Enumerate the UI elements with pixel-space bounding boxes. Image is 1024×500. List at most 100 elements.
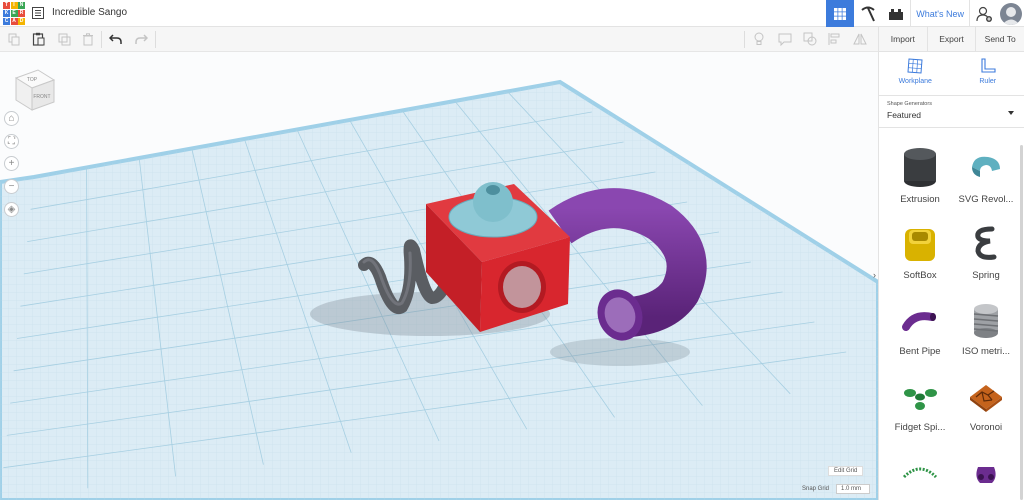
shape-label: SoftBox bbox=[903, 270, 937, 281]
duplicate-button[interactable] bbox=[56, 31, 72, 47]
snap-grid-label: Snap Grid bbox=[802, 486, 830, 492]
workplane-label: Workplane bbox=[898, 78, 932, 85]
add-user-button[interactable] bbox=[970, 0, 998, 27]
shape-text-arc[interactable] bbox=[885, 449, 955, 500]
align-button[interactable] bbox=[827, 31, 843, 47]
shape-generators-value: Featured bbox=[887, 110, 922, 120]
tinkercad-logo[interactable]: TIN KER CAD bbox=[3, 2, 25, 25]
snap-grid-select[interactable]: 1.0 mm bbox=[836, 484, 870, 494]
3d-view-button[interactable] bbox=[826, 0, 855, 27]
notes-button[interactable] bbox=[751, 31, 767, 47]
user-avatar[interactable] bbox=[1000, 2, 1022, 25]
shape-generators-caption: Shape Generators bbox=[887, 101, 932, 107]
blocks-view-button[interactable] bbox=[854, 0, 882, 27]
home-icon: ⌂ bbox=[8, 112, 15, 124]
workplane-scene[interactable] bbox=[0, 52, 878, 500]
figure-icon bbox=[976, 467, 996, 483]
logo-letter: E bbox=[10, 10, 18, 17]
extrusion-icon bbox=[904, 148, 936, 187]
shape-bent-pipe[interactable]: Bent Pipe bbox=[885, 297, 955, 373]
3d-viewport[interactable]: TOP FRONT ⌂ ⛶ + − ◈ Edit Grid Snap Grid … bbox=[0, 52, 878, 500]
duplicate-icon bbox=[58, 33, 70, 45]
logo-letter: R bbox=[18, 10, 25, 17]
shape-label: Spring bbox=[972, 270, 1000, 281]
view-cube-top-label: TOP bbox=[27, 77, 38, 83]
import-button[interactable]: Import bbox=[879, 26, 928, 52]
logo-letter: C bbox=[3, 18, 10, 25]
group-button[interactable] bbox=[802, 31, 818, 47]
group-icon bbox=[803, 32, 817, 46]
edit-grid-button[interactable]: Edit Grid bbox=[828, 466, 864, 476]
comment-button[interactable] bbox=[777, 31, 793, 47]
view-cube-front-label: FRONT bbox=[33, 94, 50, 100]
softbox-icon bbox=[905, 229, 935, 261]
redo-icon bbox=[135, 34, 148, 44]
redo-button[interactable] bbox=[133, 31, 149, 47]
fit-view-button[interactable]: ⛶ bbox=[4, 134, 19, 149]
clipboard-icon bbox=[32, 32, 44, 46]
workplane-tools: Workplane Ruler bbox=[879, 52, 1024, 96]
add-user-icon bbox=[976, 6, 992, 22]
delete-button[interactable] bbox=[80, 31, 96, 47]
perspective-button[interactable]: ◈ bbox=[4, 202, 19, 217]
zoom-out-button[interactable]: − bbox=[4, 179, 19, 194]
logo-letter: I bbox=[10, 2, 18, 9]
home-view-button[interactable]: ⌂ bbox=[4, 111, 19, 126]
paste-button[interactable] bbox=[30, 31, 46, 47]
revolver-icon bbox=[972, 156, 1000, 177]
chevron-down-icon bbox=[1008, 111, 1014, 115]
shape-label: Extrusion bbox=[900, 194, 940, 205]
design-title[interactable]: Incredible Sango bbox=[52, 7, 127, 18]
panel-scrollbar[interactable] bbox=[1020, 145, 1023, 500]
ruler-label: Ruler bbox=[979, 78, 997, 85]
copy-icon bbox=[8, 33, 19, 45]
mirror-button[interactable] bbox=[852, 31, 868, 47]
edit-toolbar bbox=[0, 27, 878, 52]
fit-icon: ⛶ bbox=[8, 135, 15, 147]
logo-letter: D bbox=[18, 18, 25, 25]
shape-generators-select[interactable]: Shape Generators Featured bbox=[879, 96, 1024, 128]
bricks-view-button[interactable] bbox=[882, 0, 910, 27]
ruler-button[interactable]: Ruler bbox=[952, 52, 1024, 95]
copy-button[interactable] bbox=[6, 31, 22, 47]
send-to-button[interactable]: Send To bbox=[976, 27, 1024, 52]
chevron-right-icon: › bbox=[873, 270, 876, 280]
plus-icon: + bbox=[8, 157, 15, 169]
zoom-in-button[interactable]: + bbox=[4, 156, 19, 171]
shape-iso-metric[interactable]: ISO metri... bbox=[951, 297, 1021, 373]
mirror-icon bbox=[853, 33, 867, 45]
align-icon bbox=[828, 33, 840, 45]
ruler-icon bbox=[981, 58, 996, 73]
text-arc-icon bbox=[902, 467, 938, 479]
iso-metric-icon bbox=[973, 304, 999, 338]
shadow bbox=[550, 338, 690, 366]
shape-softbox[interactable]: SoftBox bbox=[885, 221, 955, 297]
design-menu-icon[interactable] bbox=[32, 7, 44, 19]
logo-letter: N bbox=[18, 2, 25, 9]
shape-extrusion[interactable]: Extrusion bbox=[885, 145, 955, 221]
shape-label: Bent Pipe bbox=[899, 346, 941, 357]
bent-pipe-icon bbox=[902, 312, 936, 331]
fidget-spinner-icon bbox=[904, 389, 937, 410]
pickaxe-icon bbox=[861, 6, 876, 21]
view-cube[interactable]: TOP FRONT bbox=[10, 66, 58, 114]
shape-voronoi[interactable]: Voronoi bbox=[951, 373, 1021, 449]
shape-library: Extrusion SVG Revol... SoftBox Spring Be… bbox=[879, 145, 1019, 500]
lightbulb-icon bbox=[754, 32, 764, 45]
shape-fidget-spinner[interactable]: Fidget Spi... bbox=[885, 373, 955, 449]
workplane-button[interactable]: Workplane bbox=[879, 52, 952, 95]
shape-spring[interactable]: Spring bbox=[951, 221, 1021, 297]
shape-label: SVG Revol... bbox=[958, 194, 1014, 205]
shape-svg-revolver[interactable]: SVG Revol... bbox=[951, 145, 1021, 221]
shape-purple-figure[interactable] bbox=[951, 449, 1021, 500]
undo-button[interactable] bbox=[108, 31, 124, 47]
logo-letter: K bbox=[3, 10, 10, 17]
workplane-icon bbox=[907, 58, 923, 74]
export-button[interactable]: Export bbox=[928, 26, 977, 52]
undo-icon bbox=[109, 34, 122, 44]
right-panel: Import Export Send To Workplane Ruler Sh… bbox=[878, 26, 1024, 500]
whats-new-link[interactable]: What's New bbox=[910, 0, 970, 27]
logo-letter: T bbox=[3, 2, 10, 9]
brick-icon bbox=[889, 8, 904, 20]
file-actions: Import Export Send To bbox=[879, 26, 1024, 52]
